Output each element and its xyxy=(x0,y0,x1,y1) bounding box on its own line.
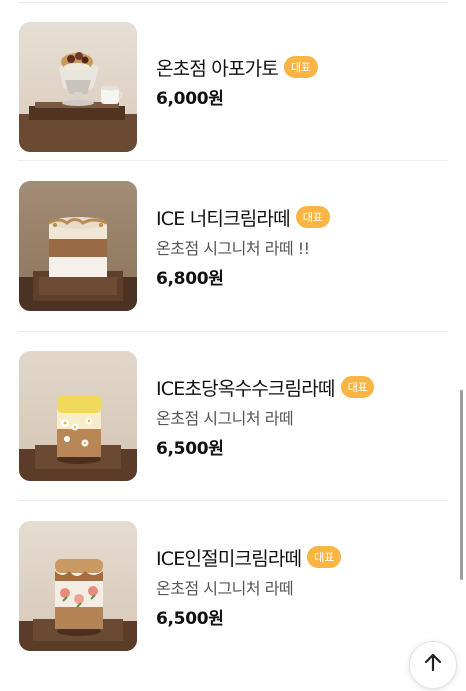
menu-item-info: ICE 너티크림라떼 대표 온초점 시그니처 라떼 !! 6,800원 xyxy=(156,203,446,289)
menu-item-price: 6,800원 xyxy=(156,269,224,289)
menu-item-info: ICE인절미크림라떼 대표 온초점 시그니처 라떼 6,500원 xyxy=(156,543,446,629)
corn-cream-latte-photo xyxy=(19,351,137,481)
menu-item-info: ICE초당옥수수크림라떼 대표 온초점 시그니처 라떼 6,500원 xyxy=(156,373,446,459)
divider xyxy=(18,331,448,332)
name-row: ICE초당옥수수크림라떼 대표 xyxy=(156,373,446,401)
menu-item-name: ICE인절미크림라떼 xyxy=(156,547,302,570)
signature-badge: 대표 xyxy=(295,206,330,228)
divider xyxy=(18,500,448,501)
menu-item-description: 온초점 시그니처 라떼 !! xyxy=(156,239,310,258)
menu-item-price: 6,500원 xyxy=(156,439,224,459)
affogato-photo xyxy=(19,22,137,152)
menu-item-corn-cream-latte[interactable]: ICE초당옥수수크림라떼 대표 온초점 시그니처 라떼 6,500원 xyxy=(0,351,466,521)
signature-badge: 대표 xyxy=(284,56,318,78)
scroll-to-top-button[interactable] xyxy=(409,641,457,689)
menu-item-price: 6,000원 xyxy=(156,89,224,109)
name-row: ICE인절미크림라떼 대표 xyxy=(156,543,446,571)
menu-item-injeolmi-cream-latte[interactable]: ICE인절미크림라떼 대표 온초점 시그니처 라떼 6,500원 xyxy=(0,521,466,691)
menu-item-affogato[interactable]: 온초점 아포가토 대표 6,000원 xyxy=(0,22,466,192)
menu-item-name: 온초점 아포가토 xyxy=(156,57,279,80)
scrollbar[interactable] xyxy=(460,390,463,580)
menu-item-price: 6,500원 xyxy=(156,609,224,629)
menu-item-name: ICE 너티크림라떼 xyxy=(156,207,291,230)
name-row: ICE 너티크림라떼 대표 xyxy=(156,203,446,231)
nutty-cream-latte-photo xyxy=(19,181,137,311)
name-row: 온초점 아포가토 대표 xyxy=(156,53,446,81)
arrow-up-icon xyxy=(424,653,442,672)
signature-badge: 대표 xyxy=(307,546,342,568)
menu-item-description: 온초점 시그니처 라떼 xyxy=(156,579,294,598)
injeolmi-cream-latte-photo xyxy=(19,521,137,651)
menu-item-name: ICE초당옥수수크림라떼 xyxy=(156,377,335,400)
menu-list: 온초점 아포가토 대표 6,000원 ICE 너티크림라떼 대표 온초점 시그니… xyxy=(0,0,466,667)
menu-item-info: 온초점 아포가토 대표 6,000원 xyxy=(156,53,446,109)
divider xyxy=(18,160,448,161)
signature-badge: 대표 xyxy=(340,376,375,398)
menu-item-description: 온초점 시그니처 라떼 xyxy=(156,409,294,428)
menu-item-nutty-cream-latte[interactable]: ICE 너티크림라떼 대표 온초점 시그니처 라떼 !! 6,800원 xyxy=(0,181,466,351)
